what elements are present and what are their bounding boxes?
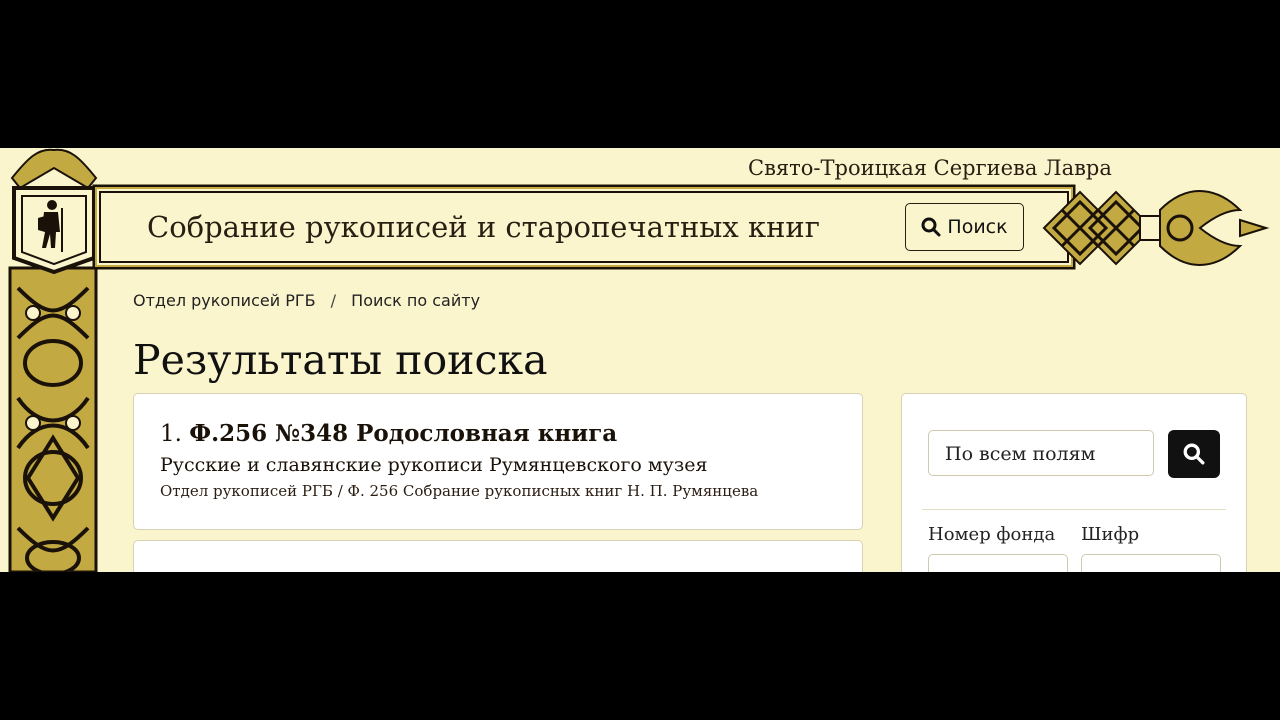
page-title: Результаты поиска	[133, 336, 548, 384]
result-meta: Отдел рукописей РГБ / Ф. 256 Собрание ру…	[160, 482, 759, 500]
search-field-select[interactable]: По всем полям	[928, 430, 1154, 476]
result-title[interactable]: 1. Ф.256 №348 Родословная книга	[160, 420, 617, 447]
result-title-text[interactable]: Ф.256 №348 Родословная книга	[189, 420, 617, 447]
search-icon	[921, 217, 941, 237]
site-title[interactable]: Собрание рукописей и старопечатных книг	[147, 210, 820, 244]
fund-number-label: Номер фонда	[928, 524, 1056, 545]
cipher-label: Шифр	[1081, 524, 1140, 545]
right-knot-ornament	[1042, 190, 1270, 266]
result-card: 1. Ф.256 №348 Родословная книга Русские …	[133, 393, 863, 530]
lavra-title: Свято-Троицкая Сергиева Лавра	[748, 156, 1112, 180]
sidebar-search-button[interactable]	[1168, 430, 1220, 478]
header-search-button[interactable]: Поиск	[905, 203, 1024, 251]
result-card	[133, 540, 863, 572]
search-icon	[1183, 443, 1205, 465]
breadcrumb-item-manuscripts[interactable]: Отдел рукописей РГБ	[133, 291, 316, 310]
page-viewport: Свято-Троицкая Сергиева Лавра Собрание р…	[0, 148, 1280, 572]
breadcrumb-item-site-search[interactable]: Поиск по сайту	[351, 291, 480, 310]
breadcrumb: Отдел рукописей РГБ / Поиск по сайту	[133, 291, 480, 310]
left-ornament	[8, 148, 100, 572]
result-number: 1.	[160, 421, 182, 447]
search-sidebar: По всем полям Номер фонда Шифр	[901, 393, 1247, 572]
result-subtitle: Русские и славянские рукописи Румянцевск…	[160, 454, 708, 476]
sidebar-divider	[922, 509, 1226, 510]
fund-number-input[interactable]	[928, 554, 1068, 572]
header-search-label: Поиск	[947, 216, 1008, 238]
breadcrumb-separator: /	[330, 291, 337, 310]
cipher-input[interactable]	[1081, 554, 1221, 572]
